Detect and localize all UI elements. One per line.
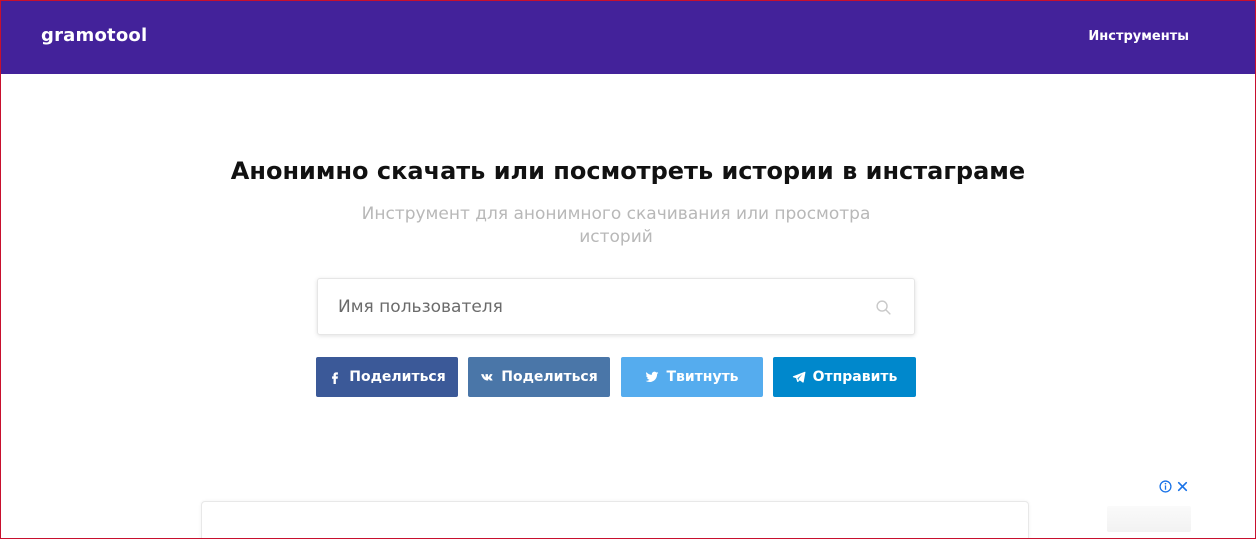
ad-placeholder: [1107, 506, 1191, 532]
ad-controls: [1159, 478, 1189, 494]
telegram-share-label: Отправить: [812, 369, 898, 385]
ad-close-icon[interactable]: [1176, 480, 1189, 493]
vk-share-button[interactable]: Поделиться: [468, 357, 610, 397]
search-icon[interactable]: [875, 299, 892, 316]
vk-icon: [481, 374, 493, 381]
twitter-share-label: Твитнуть: [666, 369, 739, 385]
content-card: [201, 501, 1029, 538]
telegram-share-button[interactable]: Отправить: [773, 357, 916, 397]
page-subtitle: Инструмент для анонимного скачивания или…: [361, 204, 871, 247]
page-frame: gramotool Инструменты Анонимно скачать и…: [0, 0, 1256, 539]
facebook-share-label: Поделиться: [349, 369, 446, 385]
facebook-icon: [332, 372, 339, 384]
facebook-share-button[interactable]: Поделиться: [316, 357, 458, 397]
twitter-share-button[interactable]: Твитнуть: [621, 357, 763, 397]
twitter-icon: [646, 371, 659, 383]
nav-link-tools[interactable]: Инструменты: [1088, 29, 1189, 44]
vk-share-label: Поделиться: [501, 369, 598, 385]
ad-info-icon[interactable]: [1159, 479, 1172, 493]
search-box: [317, 278, 915, 335]
telegram-icon: [792, 371, 806, 383]
username-search-input[interactable]: [318, 279, 914, 334]
top-header: gramotool Инструменты: [1, 1, 1255, 74]
share-buttons: Поделиться Поделиться Твитнуть Отправить: [316, 357, 916, 397]
site-logo[interactable]: gramotool: [41, 25, 147, 46]
page-title: Анонимно скачать или посмотреть истории …: [230, 157, 1026, 185]
